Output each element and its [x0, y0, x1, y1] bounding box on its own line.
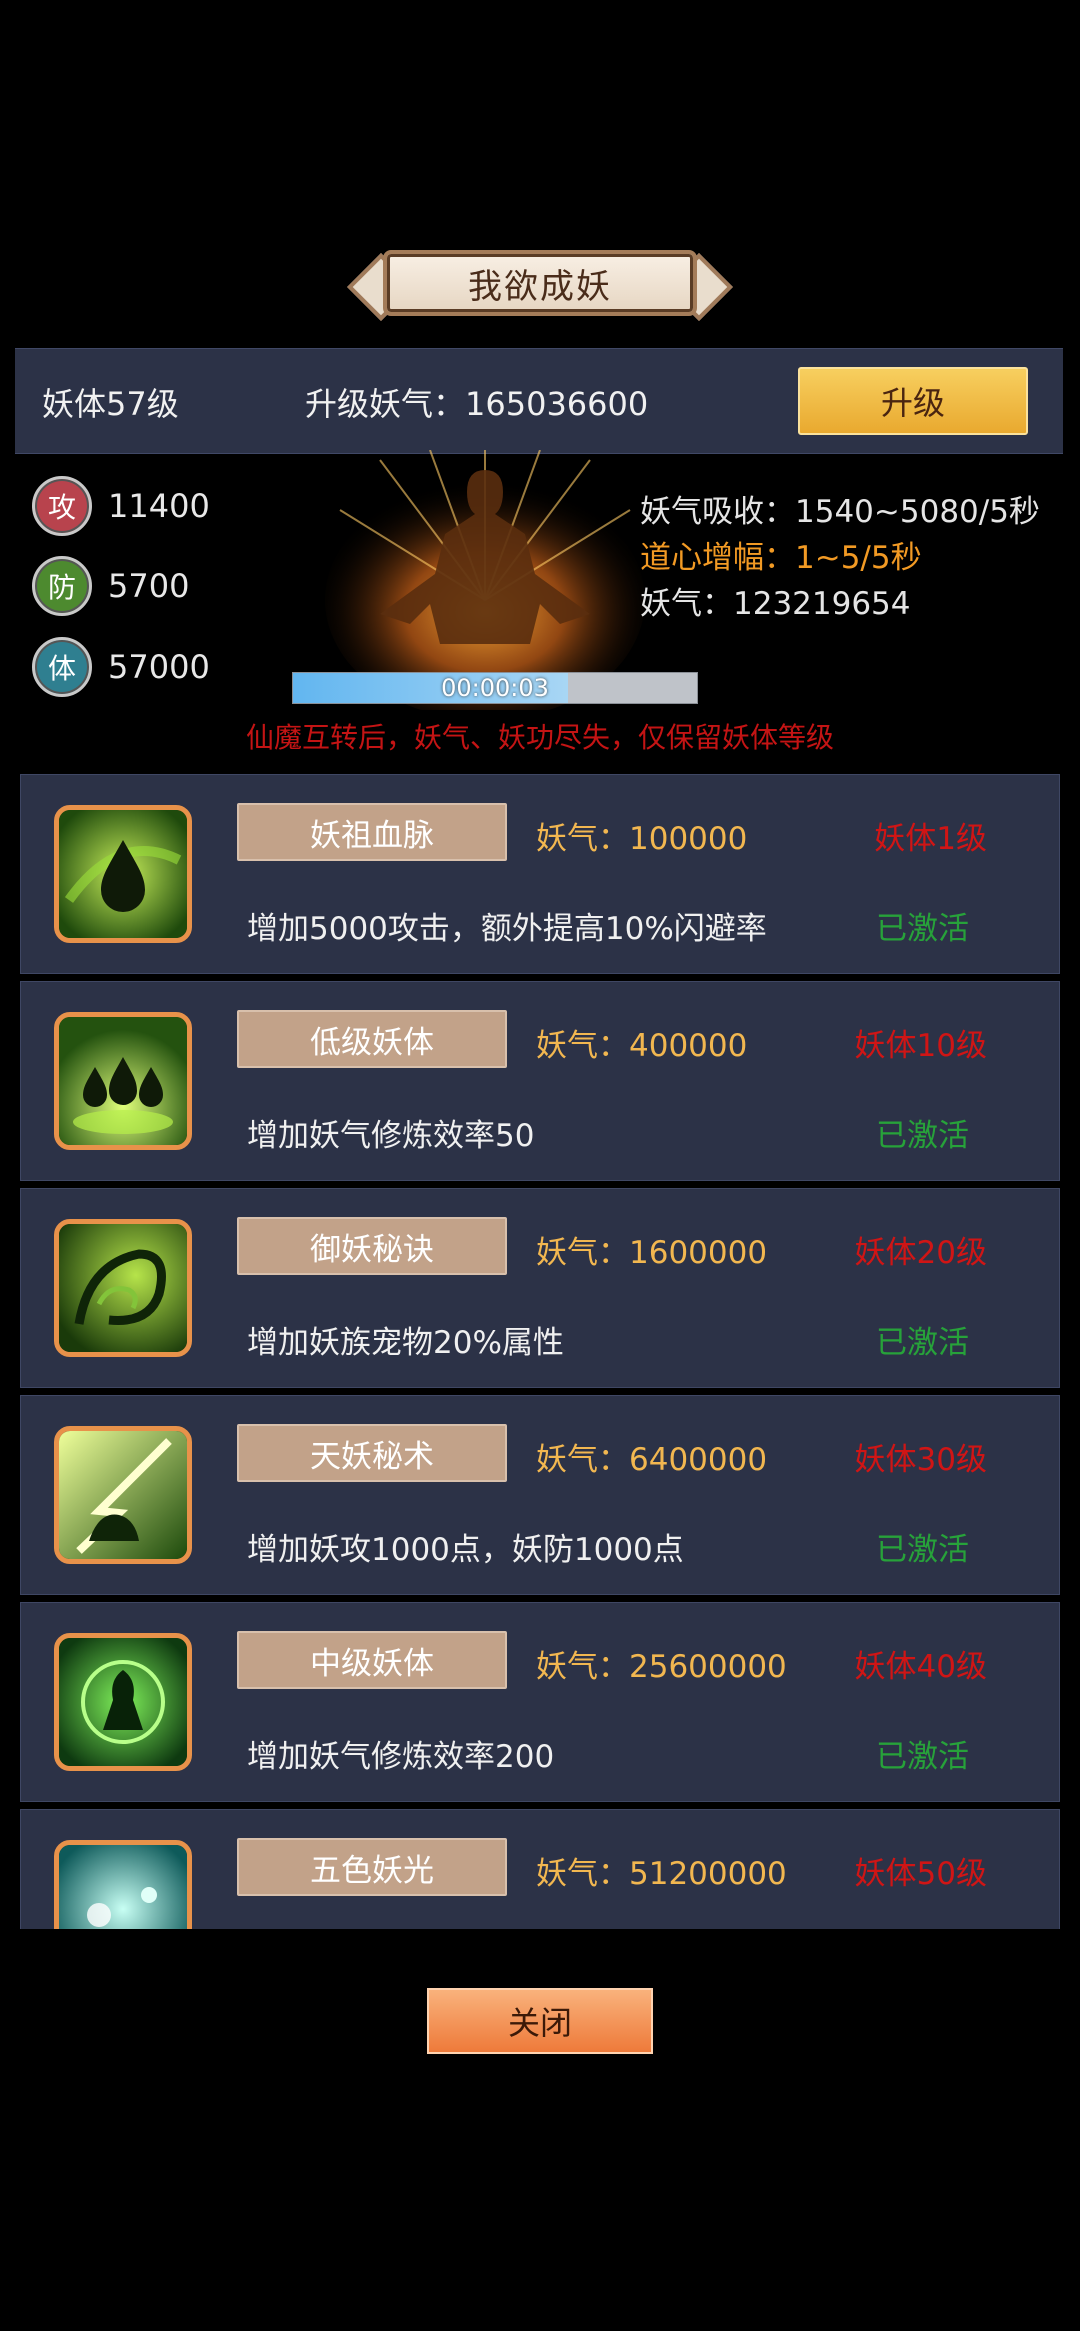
skill-requirement: 妖体10级 — [854, 1028, 987, 1064]
skill-cost: 妖气：6400000 — [536, 1442, 768, 1478]
qi-absorb-rate: 妖气吸收：1540~5080/5秒 — [640, 494, 1040, 530]
close-button[interactable]: 关闭 — [427, 1988, 653, 2054]
body-stat: 体 57000 — [32, 637, 232, 697]
skill-cost: 妖气：25600000 — [536, 1649, 787, 1685]
skill-status: 已激活 — [876, 1739, 969, 1775]
attack-stat: 攻 11400 — [32, 476, 232, 536]
triple-drop-icon — [54, 1012, 192, 1150]
blood-drop-icon — [54, 805, 192, 943]
attack-value: 11400 — [108, 487, 210, 525]
skill-requirement: 妖体1级 — [874, 821, 987, 857]
demon-silhouette-icon — [325, 450, 645, 710]
defense-icon: 防 — [32, 556, 92, 616]
body-value: 57000 — [108, 648, 210, 686]
skill-status: 已激活 — [876, 1532, 969, 1568]
upgrade-button[interactable]: 升级 — [798, 367, 1028, 435]
cultivation-progress: 00:00:03 — [292, 672, 698, 704]
list-item[interactable]: 御妖秘诀 妖气：1600000 妖体20级 增加妖族宠物20%属性 已激活 — [20, 1188, 1060, 1388]
skill-requirement: 妖体30级 — [854, 1442, 987, 1478]
skill-cost: 妖气：51200000 — [536, 1856, 787, 1892]
skill-name: 妖祖血脉 — [237, 803, 507, 861]
title-banner: 我欲成妖 — [345, 250, 735, 321]
skill-status: 已激活 — [876, 911, 969, 947]
skill-status: 已激活 — [876, 1118, 969, 1154]
skill-cost: 妖气：400000 — [536, 1028, 748, 1064]
skill-description: 增加5000攻击，额外提高10%闪避率 — [247, 911, 767, 947]
defense-value: 5700 — [108, 567, 190, 605]
lightning-beast-icon — [54, 1426, 192, 1564]
transform-warning: 仙魔互转后，妖气、妖功尽失，仅保留妖体等级 — [245, 721, 834, 754]
body-icon: 体 — [32, 637, 92, 697]
attack-icon: 攻 — [32, 476, 92, 536]
beast-swirl-icon — [54, 1219, 192, 1357]
skill-description: 增加妖族宠物20%属性 — [247, 1325, 564, 1361]
upgrade-cost: 升级妖气：165036600 — [305, 385, 649, 423]
list-item[interactable]: 中级妖体 妖气：25600000 妖体40级 增加妖气修炼效率200 已激活 — [20, 1602, 1060, 1802]
five-color-light-icon — [54, 1840, 192, 1929]
skill-name: 天妖秘术 — [237, 1424, 507, 1482]
skill-status: 已激活 — [876, 1325, 969, 1361]
page-title: 我欲成妖 — [383, 250, 697, 316]
list-item[interactable]: 妖祖血脉 妖气：100000 妖体1级 增加5000攻击，额外提高10%闪避率 … — [20, 774, 1060, 974]
progress-timer: 00:00:03 — [441, 674, 549, 702]
body-level: 妖体57级 — [42, 385, 179, 423]
upgrade-header: 妖体57级 升级妖气：165036600 升级 — [15, 348, 1063, 454]
skill-name: 御妖秘诀 — [237, 1217, 507, 1275]
skill-requirement: 妖体20级 — [854, 1235, 987, 1271]
list-item[interactable]: 五色妖光 妖气：51200000 妖体50级 — [20, 1809, 1060, 1929]
qi-total: 妖气：123219654 — [640, 586, 911, 622]
skill-description: 增加妖攻1000点，妖防1000点 — [247, 1532, 684, 1568]
skill-name: 低级妖体 — [237, 1010, 507, 1068]
defense-stat: 防 5700 — [32, 556, 232, 616]
skill-description: 增加妖气修炼效率200 — [247, 1739, 555, 1775]
demon-orb-icon — [54, 1633, 192, 1771]
list-item[interactable]: 低级妖体 妖气：400000 妖体10级 增加妖气修炼效率50 已激活 — [20, 981, 1060, 1181]
skill-name: 五色妖光 — [237, 1838, 507, 1896]
dao-heart-boost: 道心增幅：1~5/5秒 — [640, 540, 922, 576]
skill-description: 增加妖气修炼效率50 — [247, 1118, 535, 1154]
skill-list[interactable]: 妖祖血脉 妖气：100000 妖体1级 增加5000攻击，额外提高10%闪避率 … — [20, 774, 1060, 1929]
skill-cost: 妖气：100000 — [536, 821, 748, 857]
skill-cost: 妖气：1600000 — [536, 1235, 768, 1271]
skill-requirement: 妖体50级 — [854, 1856, 987, 1892]
list-item[interactable]: 天妖秘术 妖气：6400000 妖体30级 增加妖攻1000点，妖防1000点 … — [20, 1395, 1060, 1595]
skill-requirement: 妖体40级 — [854, 1649, 987, 1685]
skill-name: 中级妖体 — [237, 1631, 507, 1689]
